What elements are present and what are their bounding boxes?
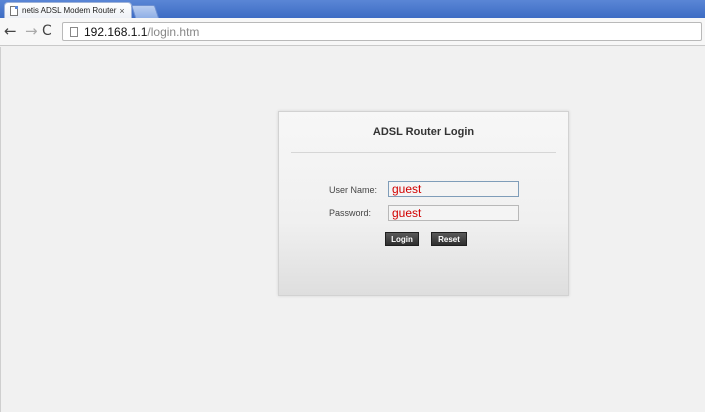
tab-strip: netis ADSL Modem Router × bbox=[0, 0, 705, 18]
username-label: User Name: bbox=[329, 185, 378, 195]
password-label: Password: bbox=[329, 208, 372, 218]
login-title: ADSL Router Login bbox=[372, 126, 475, 138]
address-bar[interactable]: 192.168.1.1/login.htm bbox=[62, 22, 702, 41]
username-input[interactable] bbox=[388, 181, 519, 197]
back-arrow-icon[interactable]: ← bbox=[4, 22, 17, 40]
login-panel: ADSL Router Login User Name: Password: L… bbox=[278, 111, 569, 296]
forward-arrow-icon[interactable]: → bbox=[25, 22, 38, 40]
password-input[interactable] bbox=[388, 205, 519, 221]
page-icon bbox=[10, 5, 18, 16]
browser-toolbar: ← → C 192.168.1.1/login.htm bbox=[0, 18, 705, 46]
close-tab-icon[interactable]: × bbox=[117, 6, 127, 16]
page-icon bbox=[70, 26, 78, 37]
page-content: ADSL Router Login User Name: Password: L… bbox=[0, 47, 705, 412]
tab-title: netis ADSL Modem Router bbox=[22, 6, 117, 15]
reload-icon[interactable]: C bbox=[42, 22, 52, 40]
url-host: 192.168.1.1 bbox=[84, 24, 148, 39]
url-path: /login.htm bbox=[147, 24, 200, 39]
reset-button[interactable]: Reset bbox=[431, 232, 467, 246]
browser-tab[interactable]: netis ADSL Modem Router × bbox=[4, 2, 132, 18]
divider bbox=[291, 152, 556, 153]
new-tab-button[interactable] bbox=[130, 5, 160, 18]
login-button[interactable]: Login bbox=[385, 232, 419, 246]
